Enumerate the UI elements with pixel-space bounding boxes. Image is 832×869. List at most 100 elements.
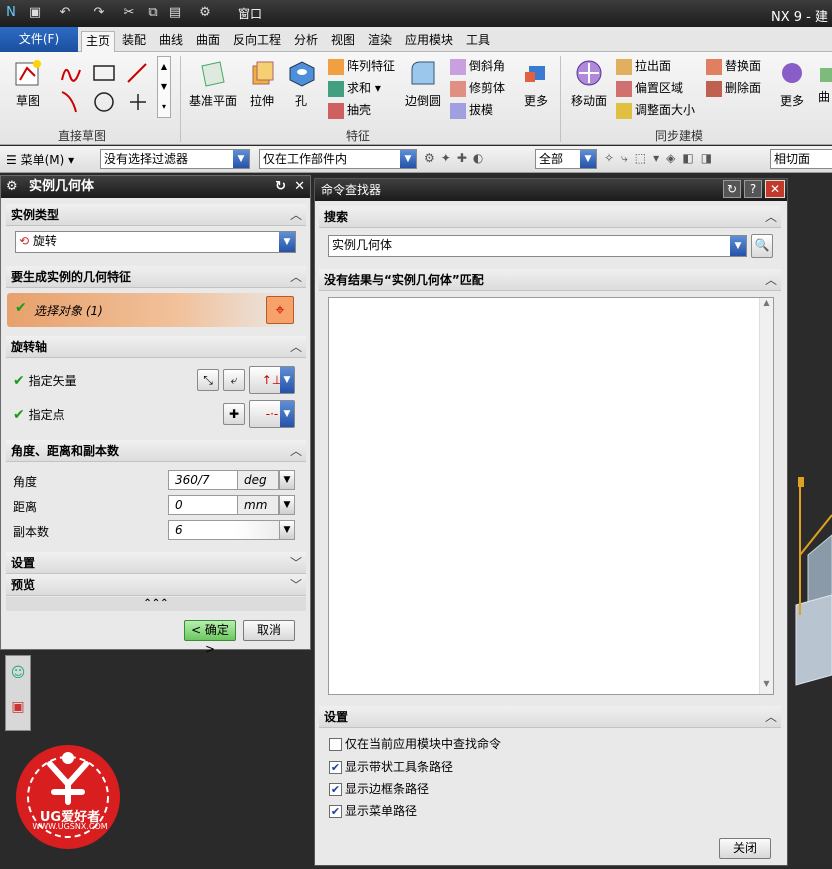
replace-face-button[interactable]: 替换面 (706, 56, 761, 76)
ok-button[interactable]: < 确定 > (184, 620, 236, 656)
file-tab[interactable]: 文件(F) (0, 27, 78, 52)
section-results[interactable]: 没有结果与“实例几何体”匹配 ︿ (319, 269, 781, 291)
command-icon[interactable]: ⚙ (196, 4, 214, 22)
feature-more-button[interactable]: 更多 (518, 58, 554, 109)
section-finder-settings[interactable]: 设置 ︿ (319, 706, 781, 728)
copies-input[interactable]: 6 (168, 520, 280, 540)
tab-surface[interactable]: 曲面 (192, 31, 224, 52)
history-icon[interactable]: ▣ (6, 690, 30, 724)
distance-options-icon[interactable]: ▼ (279, 495, 295, 515)
datum-plane-button[interactable]: 基准平面 (186, 58, 240, 109)
cut-icon[interactable]: ✂ (120, 4, 138, 22)
crosshair-select-icon[interactable]: ⌖ (266, 296, 294, 324)
close-icon[interactable]: ✕ (765, 180, 785, 198)
save-icon[interactable]: ▣ (26, 4, 44, 22)
roles-icon[interactable]: ☺ (6, 656, 30, 690)
edge-blend-button[interactable]: 边倒圆 (402, 58, 444, 109)
graphics-window[interactable] (788, 175, 832, 866)
redo-icon[interactable]: ↷ (90, 4, 108, 22)
copy-icon[interactable]: ⧉ (144, 4, 162, 22)
checkbox-checked[interactable]: ✔ (329, 805, 342, 818)
section-preview[interactable]: 预览 ﹀ (6, 574, 306, 596)
copies-options-icon[interactable]: ▼ (279, 520, 295, 540)
unite-button[interactable]: 求和 ▾ (328, 78, 381, 98)
option-current-module-only[interactable]: 仅在当前应用模块中查找命令 (329, 736, 501, 752)
angle-options-icon[interactable]: ▼ (279, 470, 295, 490)
section-rotation-axis[interactable]: 旋转轴 ︿ (6, 336, 306, 358)
tab-application[interactable]: 应用模块 (401, 31, 457, 52)
offset-region-icon (616, 80, 632, 97)
chamfer-button[interactable]: 倒斜角 (450, 56, 505, 76)
curve-button[interactable]: 曲 (818, 58, 832, 105)
pull-face-button[interactable]: 拉出面 (616, 56, 671, 76)
tab-tools[interactable]: 工具 (462, 31, 494, 52)
point-type-dropdown[interactable]: -·- ▼ (249, 400, 295, 428)
tab-view[interactable]: 视图 (327, 31, 359, 52)
vector-type-dropdown[interactable]: ↑⊥ ▼ (249, 366, 295, 394)
all-dropdown[interactable]: 全部 ▼ (535, 149, 597, 169)
reverse-direction-icon[interactable]: ⤶ (223, 369, 245, 391)
more-options-toggle[interactable]: ⌃⌃⌃ (6, 597, 306, 611)
select-object-row[interactable]: ✔ 选择对象 (1) (7, 293, 297, 327)
extrude-button[interactable]: 拉伸 (245, 58, 279, 109)
menu-button[interactable]: ☰ 菜单(M) ▾ (6, 151, 74, 168)
pattern-feature-button[interactable]: 阵列特征 (328, 56, 395, 76)
results-list[interactable]: ▲ ▼ (328, 297, 774, 695)
draft-button[interactable]: 拔模 (450, 100, 493, 120)
section-instance-type[interactable]: 实例类型 ︿ (6, 204, 306, 226)
cancel-button[interactable]: 取消 (243, 620, 295, 641)
instance-type-dropdown[interactable]: ⟲ 旋转 ▼ (15, 231, 296, 253)
sketch-gallery-scroll[interactable]: ▲ ▼ ▾ (157, 56, 171, 118)
tab-reverse-engineering[interactable]: 反向工程 (229, 31, 285, 52)
checkbox-checked[interactable]: ✔ (329, 783, 342, 796)
resource-bar: ☺ ▣ (5, 655, 31, 731)
section-geometry[interactable]: 要生成实例的几何特征 ︿ (6, 266, 306, 288)
paste-icon[interactable]: ▤ (166, 4, 184, 22)
undo-icon[interactable]: ↶ (56, 4, 74, 22)
results-scrollbar[interactable]: ▲ ▼ (759, 298, 773, 694)
tab-render[interactable]: 渲染 (364, 31, 396, 52)
delete-face-icon (706, 80, 722, 97)
selection-icons[interactable]: ✧⤷⬚▾◈◧◨ (604, 151, 764, 169)
checkbox-checked[interactable]: ✔ (329, 761, 342, 774)
search-input[interactable]: 实例几何体 ▼ (328, 235, 747, 257)
point-dialog-icon[interactable]: ✚ (223, 403, 245, 425)
help-icon[interactable]: ? (744, 180, 762, 198)
option-ribbon-path[interactable]: ✔ 显示带状工具条路径 (329, 759, 453, 775)
tab-assembly[interactable]: 装配 (118, 31, 150, 52)
section-angle-distance-copies[interactable]: 角度、距离和副本数 ︿ (6, 440, 306, 462)
reset-icon[interactable]: ↻ (723, 180, 741, 198)
scope-dropdown[interactable]: 仅在工作部件内 ▼ (259, 149, 417, 169)
angle-input[interactable]: 360/7 (168, 470, 238, 490)
distance-input[interactable]: 0 (168, 495, 238, 515)
vector-dialog-icon[interactable]: ⤡ (197, 369, 219, 391)
search-icon[interactable]: 🔍 (751, 234, 773, 258)
more-icon (777, 58, 807, 88)
offset-region-button[interactable]: 偏置区域 (616, 78, 683, 98)
sketch-button[interactable]: 草图 (8, 58, 48, 109)
option-border-bar-path[interactable]: ✔ 显示边框条路径 (329, 781, 429, 797)
shell-button[interactable]: 抽壳 (328, 100, 371, 120)
window-menu[interactable]: 窗口 (238, 5, 262, 22)
hole-button[interactable]: 孔 (285, 58, 317, 109)
option-menu-path[interactable]: ✔ 显示菜单路径 (329, 803, 417, 819)
tab-analysis[interactable]: 分析 (290, 31, 322, 52)
checkbox-unchecked[interactable] (329, 738, 342, 751)
snap-icons[interactable]: ⚙✦✚◐ (424, 151, 524, 169)
tab-curve[interactable]: 曲线 (155, 31, 187, 52)
close-button[interactable]: 关闭 (719, 838, 771, 859)
resize-face-button[interactable]: 调整面大小 (616, 100, 695, 120)
settings-icon[interactable]: ⚙ (6, 176, 18, 198)
section-search[interactable]: 搜索 ︿ (319, 206, 781, 228)
delete-face-button[interactable]: 删除面 (706, 78, 761, 98)
trim-body-button[interactable]: 修剪体 (450, 78, 505, 98)
tab-home[interactable]: 主页 (81, 31, 116, 52)
section-dropdown[interactable]: 相切面 (770, 149, 832, 169)
close-icon[interactable]: ✕ (294, 176, 305, 198)
title-bar: N ▣ ↶ ↷ ✂ ⧉ ▤ ⚙ 窗口 NX 9 - 建 (0, 0, 832, 27)
sync-more-button[interactable]: 更多 (774, 58, 810, 109)
move-face-button[interactable]: 移动面 (568, 58, 610, 109)
reset-icon[interactable]: ↻ (275, 176, 286, 198)
type-filter-dropdown[interactable]: 没有选择过滤器 ▼ (100, 149, 250, 169)
section-settings[interactable]: 设置 ﹀ (6, 552, 306, 574)
